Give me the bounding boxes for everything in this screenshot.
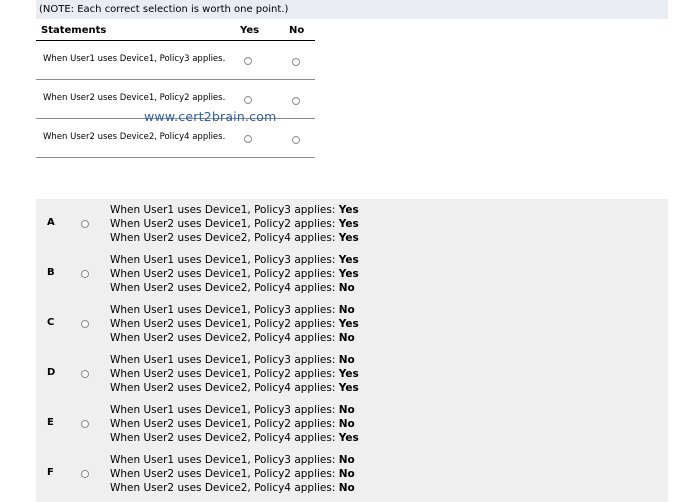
answer-line: When User2 uses Device2, Policy4 applies… [110, 282, 355, 294]
instruction-note: (NOTE: Each correct selection is worth o… [36, 0, 668, 19]
answer-lines: When User1 uses Device1, Policy3 applies… [110, 403, 359, 445]
answer-value: Yes [338, 382, 359, 394]
answer-line: When User2 uses Device1, Policy2 applies… [110, 218, 359, 230]
answer-lines: When User1 uses Device1, Policy3 applies… [110, 303, 359, 345]
answer-letter: E [47, 417, 54, 428]
answer-d-radio[interactable] [81, 370, 89, 378]
answer-lines: When User1 uses Device1, Policy3 applies… [110, 203, 359, 245]
statement-1-yes-radio[interactable] [244, 57, 252, 65]
statement-row-3: When User2 uses Device2, Policy4 applies… [36, 119, 315, 158]
answer-letter: A [47, 217, 55, 228]
statement-3-no-radio[interactable] [292, 136, 300, 144]
answer-line: When User1 uses Device1, Policy3 applies… [110, 304, 355, 316]
answer-e-radio[interactable] [81, 420, 89, 428]
statement-2-yes-radio[interactable] [244, 96, 252, 104]
answer-letter: F [47, 467, 54, 478]
answer-value: No [338, 282, 355, 294]
answer-value: No [338, 454, 355, 466]
answer-value: No [338, 332, 355, 344]
yes-column-header: Yes [240, 25, 260, 36]
answer-line: When User2 uses Device2, Policy4 applies… [110, 232, 359, 244]
answer-line: When User1 uses Device1, Policy3 applies… [110, 404, 355, 416]
statements-table: Statements Yes No When User1 uses Device… [36, 22, 315, 158]
answer-value: No [338, 354, 355, 366]
answer-a-radio[interactable] [81, 220, 89, 228]
answer-line: When User2 uses Device1, Policy2 applies… [110, 318, 359, 330]
no-column-header: No [289, 25, 305, 36]
answer-line: When User2 uses Device2, Policy4 applies… [110, 382, 359, 394]
statement-text: When User2 uses Device2, Policy4 applies… [43, 132, 226, 142]
answer-value: Yes [338, 232, 359, 244]
answer-value: No [338, 418, 355, 430]
statements-table-header: Statements Yes No [36, 22, 315, 41]
answer-value: No [338, 304, 355, 316]
answer-option-c[interactable]: C When User1 uses Device1, Policy3 appli… [36, 299, 668, 349]
answer-lines: When User1 uses Device1, Policy3 applies… [110, 253, 359, 295]
answer-lines: When User1 uses Device1, Policy3 applies… [110, 353, 359, 395]
statements-column-header: Statements [41, 25, 107, 36]
statement-text: When User2 uses Device1, Policy2 applies… [43, 93, 226, 103]
statement-2-no-radio[interactable] [292, 97, 300, 105]
answer-line: When User1 uses Device1, Policy3 applies… [110, 454, 355, 466]
answer-letter: B [47, 267, 55, 278]
answer-f-radio[interactable] [81, 470, 89, 478]
answer-line: When User2 uses Device2, Policy4 applies… [110, 482, 355, 494]
answer-value: Yes [338, 254, 359, 266]
answer-value: No [338, 482, 355, 494]
answer-option-f[interactable]: F When User1 uses Device1, Policy3 appli… [36, 449, 668, 499]
watermark: www.cert2brain.com [144, 109, 277, 124]
answer-line: When User1 uses Device1, Policy3 applies… [110, 354, 355, 366]
answer-lines: When User1 uses Device1, Policy3 applies… [110, 453, 355, 495]
answer-value: Yes [338, 204, 359, 216]
answer-value: No [338, 468, 355, 480]
answer-line: When User2 uses Device1, Policy2 applies… [110, 418, 355, 430]
answer-line: When User1 uses Device1, Policy3 applies… [110, 204, 359, 216]
answer-option-b[interactable]: B When User1 uses Device1, Policy3 appli… [36, 249, 668, 299]
answer-value: Yes [338, 218, 359, 230]
statement-text: When User1 uses Device1, Policy3 applies… [43, 54, 226, 64]
answer-b-radio[interactable] [81, 270, 89, 278]
answer-value: Yes [338, 268, 359, 280]
statement-row-1: When User1 uses Device1, Policy3 applies… [36, 41, 315, 80]
answer-line: When User2 uses Device1, Policy2 applies… [110, 368, 359, 380]
answer-value: No [338, 404, 355, 416]
answer-option-d[interactable]: D When User1 uses Device1, Policy3 appli… [36, 349, 668, 399]
answer-option-a[interactable]: A When User1 uses Device1, Policy3 appli… [36, 199, 668, 249]
answer-line: When User2 uses Device1, Policy2 applies… [110, 268, 359, 280]
statement-1-no-radio[interactable] [292, 58, 300, 66]
answer-line: When User1 uses Device1, Policy3 applies… [110, 254, 359, 266]
answer-value: Yes [338, 368, 359, 380]
answer-line: When User2 uses Device2, Policy4 applies… [110, 332, 355, 344]
answer-options: A When User1 uses Device1, Policy3 appli… [36, 199, 668, 502]
statement-3-yes-radio[interactable] [244, 135, 252, 143]
answer-c-radio[interactable] [81, 320, 89, 328]
answer-letter: C [47, 317, 55, 328]
answer-value: Yes [338, 318, 359, 330]
answer-letter: D [47, 367, 56, 378]
answer-line: When User2 uses Device2, Policy4 applies… [110, 432, 359, 444]
answer-option-e[interactable]: E When User1 uses Device1, Policy3 appli… [36, 399, 668, 449]
answer-line: When User2 uses Device1, Policy2 applies… [110, 468, 355, 480]
answer-value: Yes [338, 432, 359, 444]
